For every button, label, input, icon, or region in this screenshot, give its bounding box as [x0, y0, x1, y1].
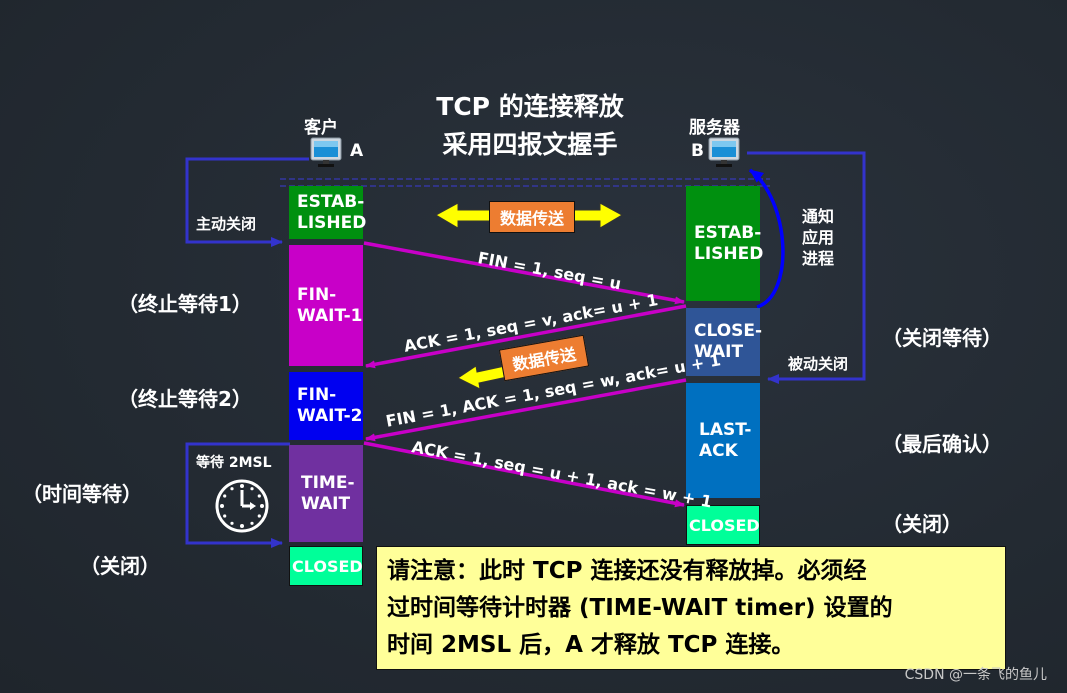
active-close-label: 主动关闭	[196, 215, 257, 233]
client-state-closed-label: CLOSED	[292, 556, 363, 576]
note-line-2: 过时间等待计时器 (TIME-WAIT timer) 设置的	[387, 595, 893, 621]
diagram-canvas: TCP 的连接释放 采用四报文握手 客户 A 服务器 B ESTAB- LISH…	[0, 0, 1067, 693]
client-state-fin-wait-2: FIN- WAIT-2	[289, 372, 363, 440]
client-state-time-wait-label: TIME- WAIT	[301, 472, 355, 514]
server-state-last-ack-label: LAST- ACK	[699, 419, 752, 461]
label-time-wait-cn: （时间等待）	[22, 482, 142, 506]
client-state-closed: CLOSED	[289, 546, 363, 586]
server-state-established: ESTAB- LISHED	[686, 186, 764, 301]
label-client-closed-cn: （关闭）	[80, 554, 160, 578]
note-line-3: 时间 2MSL 后，A 才释放 TCP 连接。	[387, 632, 795, 658]
label-close-wait-cn: （关闭等待）	[882, 326, 1002, 350]
label-fin-wait-2-cn: （终止等待2）	[118, 387, 252, 411]
server-state-closed: CLOSED	[686, 505, 760, 545]
passive-close-label: 被动关闭	[788, 355, 849, 373]
label-server-closed-cn: （关闭）	[882, 512, 962, 536]
watermark: CSDN @一条飞的鱼儿	[904, 667, 1047, 683]
wait-2msl-label: 等待 2MSL	[196, 455, 272, 471]
server-state-established-label: ESTAB- LISHED	[694, 222, 764, 264]
server-state-closed-label: CLOSED	[689, 515, 760, 535]
client-state-time-wait: TIME- WAIT	[289, 445, 363, 542]
note-box: 请注意：此时 TCP 连接还没有释放掉。必须经 过时间等待计时器 (TIME-W…	[376, 546, 1006, 670]
label-fin-wait-1-cn: （终止等待1）	[118, 292, 252, 316]
notify-app-label: 通知 应用 进程	[802, 207, 835, 268]
clock-icon	[214, 478, 270, 538]
client-state-established-label: ESTAB- LISHED	[297, 191, 367, 233]
label-last-ack-cn: （最后确认）	[882, 432, 1002, 456]
client-state-established: ESTAB- LISHED	[289, 186, 367, 239]
client-state-fin-wait-1-label: FIN- WAIT-1	[297, 284, 363, 326]
client-state-fin-wait-2-label: FIN- WAIT-2	[297, 385, 363, 426]
data-transfer-left-arrow	[434, 202, 491, 229]
client-state-fin-wait-1: FIN- WAIT-1	[289, 245, 363, 366]
data-transfer-box-top: 数据传送	[489, 201, 576, 233]
note-line-1: 请注意：此时 TCP 连接还没有释放掉。必须经	[387, 558, 867, 584]
server-state-last-ack: LAST- ACK	[686, 383, 760, 498]
data-transfer-right-arrow	[569, 202, 624, 229]
data-transfer-mid-arrow	[457, 365, 508, 390]
